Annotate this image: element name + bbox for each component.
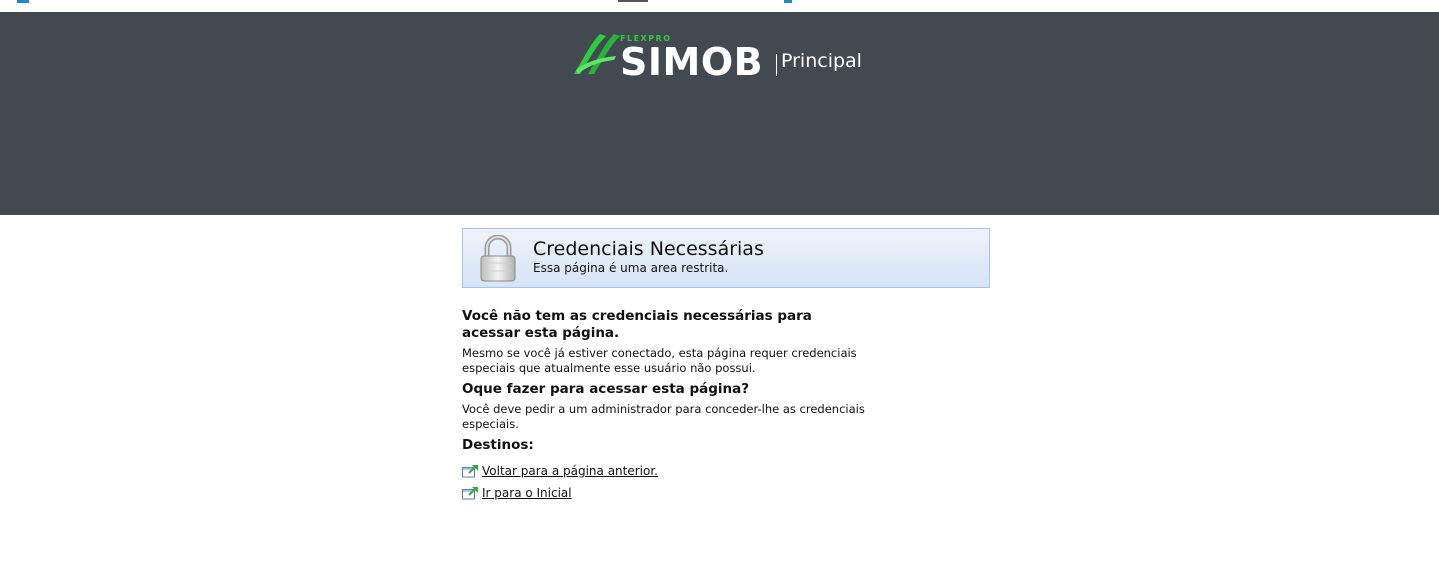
destinations-list: Voltar para a página anterior. Ir para o… bbox=[462, 460, 872, 504]
top-fragment bbox=[17, 0, 29, 3]
list-item: Voltar para a página anterior. bbox=[462, 460, 872, 482]
destinations-heading: Destinos: bbox=[462, 437, 534, 453]
list-item: Ir para o Inicial bbox=[462, 482, 872, 504]
brand-name: SIMOB bbox=[620, 40, 764, 84]
section-title: Principal bbox=[781, 50, 862, 72]
simob-logo[interactable]: FLEXPRO SIMOB Principal bbox=[570, 32, 870, 92]
credentials-alert: Credenciais Necessárias Essa página é um… bbox=[462, 228, 990, 288]
no-credentials-text: Mesmo se você já estiver conectado, esta… bbox=[462, 346, 857, 375]
main-content: Credenciais Necessárias Essa página é um… bbox=[462, 228, 990, 504]
what-to-do-heading: Oque fazer para acessar esta página? bbox=[462, 381, 750, 397]
external-link-icon bbox=[462, 465, 478, 478]
top-fragment bbox=[784, 0, 792, 3]
external-link-icon bbox=[462, 487, 478, 500]
home-link[interactable]: Ir para o Inicial bbox=[482, 486, 572, 500]
alert-title: Credenciais Necessárias bbox=[533, 238, 764, 260]
no-credentials-heading: Você não tem as credenciais necessárias … bbox=[462, 308, 812, 341]
info-section: Você não tem as credenciais necessárias … bbox=[462, 308, 872, 504]
page-header: FLEXPRO SIMOB Principal bbox=[0, 12, 1439, 215]
back-link[interactable]: Voltar para a página anterior. bbox=[482, 464, 658, 478]
what-to-do-text: Você deve pedir a um administrador para … bbox=[462, 402, 865, 431]
lock-icon bbox=[480, 235, 516, 282]
flexpro-swoosh-icon bbox=[574, 34, 620, 74]
browser-top-strip bbox=[0, 0, 1439, 12]
alert-subtitle: Essa página é uma area restrita. bbox=[533, 261, 729, 275]
top-fragment bbox=[618, 0, 648, 2]
brand-divider bbox=[776, 54, 777, 76]
